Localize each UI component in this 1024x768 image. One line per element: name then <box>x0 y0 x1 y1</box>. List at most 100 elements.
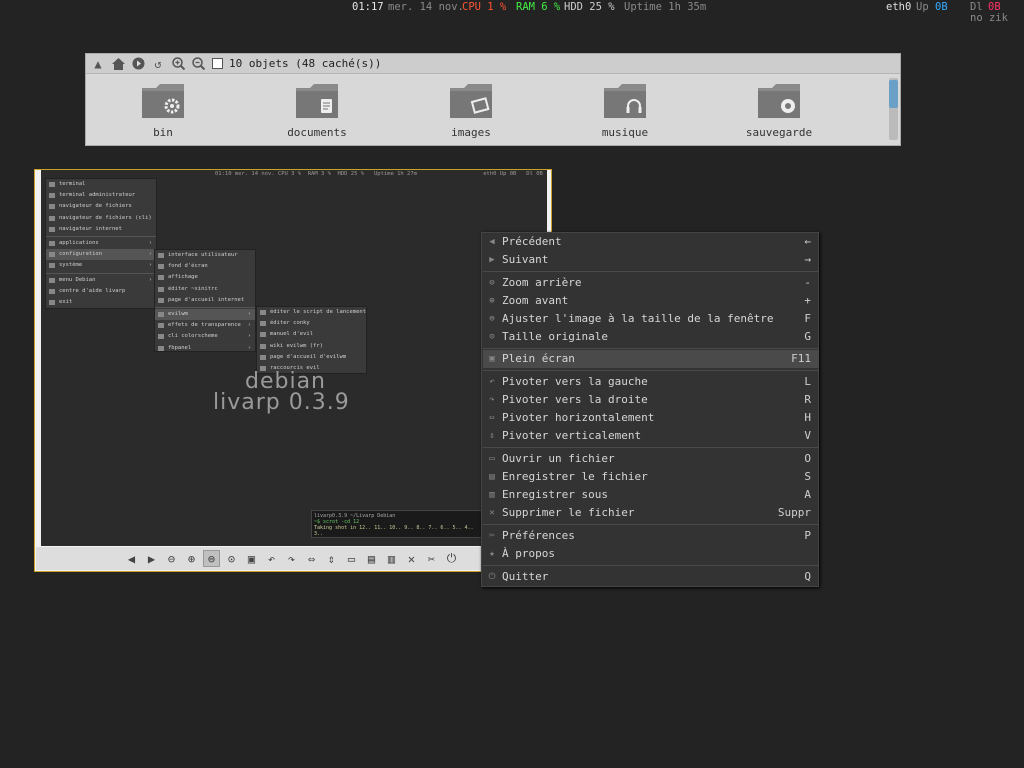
menu-item-zoom-out[interactable]: ⊖ Zoom arrière - <box>483 274 819 292</box>
file-manager-window: ▲ ↺ 10 objets (48 caché(s)) bin document… <box>85 53 901 146</box>
mini-menu-label: cli colorscheme <box>168 333 218 340</box>
menu-item-save-as[interactable]: ▥ Enregistrer sous A <box>483 486 819 504</box>
net-interface: eth0 <box>886 1 912 13</box>
preferences-icon[interactable]: ✂ <box>423 550 440 567</box>
menu-item-zoom-in[interactable]: ⊕ Zoom avant + <box>483 292 819 310</box>
zoom-original-icon[interactable]: ⊙ <box>223 550 240 567</box>
rotate-left-icon[interactable]: ↶ <box>263 550 280 567</box>
menu-item-zoom-fit[interactable]: ⊜ Ajuster l'image à la taille de la fenêt… <box>483 310 819 328</box>
rotate-right-icon[interactable]: ↷ <box>283 550 300 567</box>
mini-menu-label: terminal administrateur <box>59 192 136 199</box>
menu-item-next[interactable]: ▶ Suivant → <box>483 251 819 269</box>
menu-item-flip-horizontal[interactable]: ⇔ Pivoter horizontalement H <box>483 409 819 427</box>
mini-menu-label: éditer ~xinitrc <box>168 285 218 292</box>
save-as-icon[interactable]: ▥ <box>383 550 400 567</box>
fullscreen-icon[interactable]: ▣ <box>243 550 260 567</box>
menu-item-shortcut: → <box>804 253 811 266</box>
zoom-fit-icon[interactable]: ⊜ <box>203 550 220 567</box>
menu-item-quit[interactable]: ⏻ Quitter Q <box>483 568 819 586</box>
menu-item-fullscreen[interactable]: ▣ Plein écran F11 <box>483 350 819 368</box>
previous-icon[interactable]: ◀ <box>123 550 140 567</box>
mini-menu-label: fbpanel <box>168 344 192 351</box>
mini-menu-separator <box>46 235 156 237</box>
next-icon[interactable]: ▶ <box>143 550 160 567</box>
quit-icon[interactable]: ⏻ <box>443 550 460 567</box>
mini-menu-item: affichage <box>155 272 255 283</box>
mini-term-line: Taking shot in 12.. 11.. 10.. 9.. 8.. 7.… <box>314 525 474 537</box>
menu-item-icon <box>158 253 164 258</box>
mini-menu-label: système <box>59 262 83 269</box>
mini-menu-label: exit <box>59 298 73 305</box>
flip-vertical-icon: ⇕ <box>489 431 495 441</box>
menu-item-label: Préférences <box>502 529 575 542</box>
home-icon[interactable] <box>110 56 126 72</box>
forward-circle-icon[interactable] <box>130 56 146 72</box>
status-bar: 01:17 mer. 14 nov. CPU 1 % RAM 6 % HDD 2… <box>0 0 1024 24</box>
document-icon <box>296 84 338 118</box>
menu-item-previous[interactable]: ◀ Précédent ← <box>483 233 819 251</box>
menu-item-icon <box>260 321 266 327</box>
menu-separator <box>483 447 819 448</box>
menu-separator <box>483 348 819 349</box>
menu-item-rotate-right[interactable]: ↷ Pivoter vers la droite R <box>483 391 819 409</box>
menu-item-shortcut: O <box>804 452 811 465</box>
save-icon[interactable]: ▤ <box>363 550 380 567</box>
folder-sauvegarde[interactable]: sauvegarde <box>719 82 839 144</box>
menu-item-label: Pivoter vers la droite <box>502 393 648 406</box>
delete-icon[interactable]: ✕ <box>403 550 420 567</box>
scrollbar-thumb[interactable] <box>889 80 898 108</box>
mini-menu-item: effets de transparence › <box>155 320 255 331</box>
menu-item-label: Pivoter horizontalement <box>502 411 655 424</box>
menu-item-about[interactable]: ★ À propos <box>483 545 819 563</box>
menu-item-delete[interactable]: ✕ Supprimer le fichier Suppr <box>483 504 819 522</box>
fullscreen-icon: ▣ <box>489 354 495 364</box>
up-arrow-icon[interactable]: ▲ <box>90 56 106 72</box>
menu-item-shortcut: F <box>804 312 811 325</box>
menu-item-flip-vertical[interactable]: ⇕ Pivoter verticalement V <box>483 427 819 445</box>
music-status: no zik <box>970 12 1008 24</box>
menu-item-shortcut: - <box>804 276 811 289</box>
menu-separator <box>483 271 819 272</box>
folder-bin[interactable]: bin <box>103 82 223 144</box>
select-all-checkbox[interactable] <box>212 58 223 69</box>
headphones-icon <box>604 84 646 118</box>
folder-label: sauvegarde <box>745 126 813 139</box>
wrench-icon <box>49 252 55 258</box>
mini-menu-item: interface utilisateur <box>155 250 255 261</box>
menu-item-preferences[interactable]: ✂ Préférences P <box>483 527 819 545</box>
folder-images[interactable]: images <box>411 82 531 144</box>
flip-horizontal-icon[interactable]: ⇔ <box>303 550 320 567</box>
mini-menu-label: menu Debian <box>59 276 96 283</box>
menu-item-open[interactable]: ▭ Ouvrir un fichier O <box>483 450 819 468</box>
mini-menu-label: affichage <box>168 274 198 281</box>
menu-item-icon <box>158 334 164 340</box>
open-icon[interactable]: ▭ <box>343 550 360 567</box>
ram-usage: RAM 6 % <box>516 1 561 13</box>
gear-icon <box>49 263 55 269</box>
save-icon: ▤ <box>489 472 495 482</box>
menu-item-save[interactable]: ▤ Enregistrer le fichier S <box>483 468 819 486</box>
folder-list: bin documents images musique sauvegarde <box>86 76 886 144</box>
zoom-in-icon[interactable]: ⊕ <box>183 550 200 567</box>
folder-musique[interactable]: musique <box>565 82 685 144</box>
menu-item-shortcut: A <box>804 488 811 501</box>
menu-item-icon <box>158 264 164 270</box>
menu-item-rotate-left[interactable]: ↶ Pivoter vers la gauche L <box>483 373 819 391</box>
refresh-icon[interactable]: ↺ <box>150 56 166 72</box>
uptime: Uptime 1h 35m <box>624 1 707 13</box>
menu-item-label: Pivoter verticalement <box>502 429 642 442</box>
zoom-in-icon[interactable] <box>170 56 186 72</box>
folder-icon <box>49 204 55 210</box>
menu-item-original-size[interactable]: ⊙ Taille originale G <box>483 328 819 346</box>
menu-item-shortcut: + <box>804 294 811 307</box>
zoom-out-icon[interactable] <box>190 56 206 72</box>
chevron-right-icon: › <box>148 276 152 283</box>
zoom-out-icon[interactable]: ⊖ <box>163 550 180 567</box>
menu-item-shortcut: ← <box>804 235 811 248</box>
flip-vertical-icon[interactable]: ⇕ <box>323 550 340 567</box>
mini-menu-item: wiki evilwm (fr) <box>257 341 366 352</box>
mini-menu-item: terminal <box>46 179 156 190</box>
context-menu: ◀ Précédent ← ▶ Suivant → ⊖ Zoom arrière - ⊕ Zo… <box>481 232 819 587</box>
folder-documents[interactable]: documents <box>257 82 377 144</box>
zoom-fit-icon: ⊜ <box>489 314 495 324</box>
